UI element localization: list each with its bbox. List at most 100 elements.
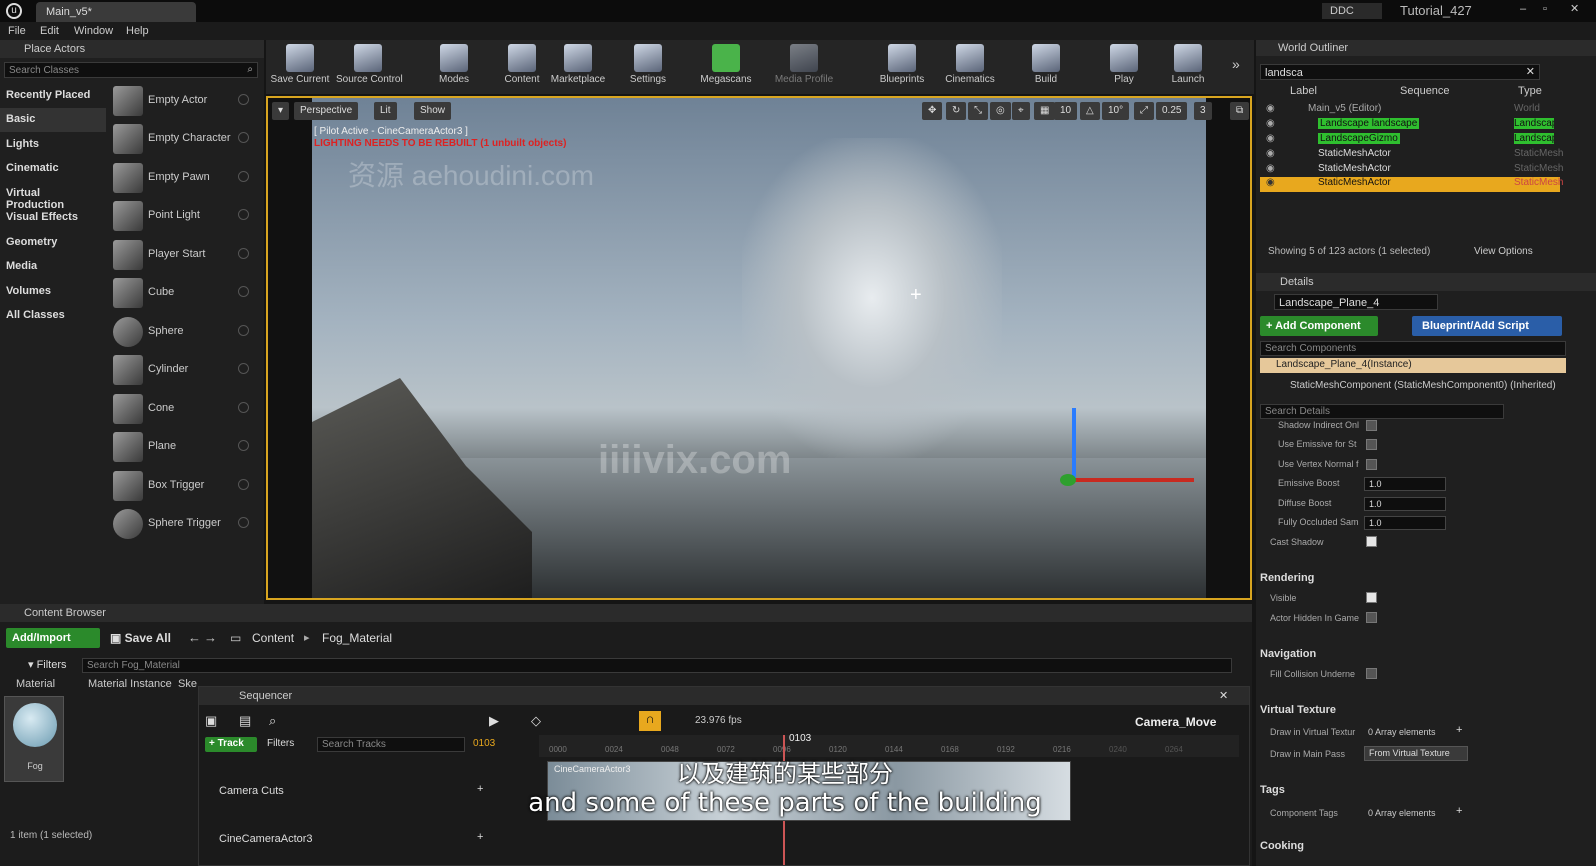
source-control-button[interactable]: Source Control <box>336 40 403 94</box>
add-tag-icon[interactable]: + <box>1456 805 1462 817</box>
menu-help[interactable]: Help <box>126 25 149 37</box>
info-icon[interactable] <box>238 171 249 182</box>
shadow-indirect-checkbox[interactable] <box>1366 420 1377 431</box>
section-tags[interactable]: Tags <box>1260 784 1285 796</box>
filter-tab-material-instance[interactable]: Material Instance <box>88 678 172 690</box>
save-icon[interactable]: ▤ <box>239 713 251 729</box>
actor-empty-character[interactable]: Empty Character <box>110 121 260 157</box>
current-frame-field[interactable]: 0103 <box>473 738 495 749</box>
outliner-search-input[interactable]: landsca ✕ <box>1260 64 1540 80</box>
component-search-input[interactable]: Search Components <box>1260 341 1566 356</box>
actor-cone[interactable]: Cone <box>110 391 260 427</box>
grid-snap-value[interactable]: 10 <box>1054 102 1078 120</box>
actor-box-trigger[interactable]: Box Trigger <box>110 468 260 504</box>
filter-tab-skeleton[interactable]: Ske <box>178 678 197 690</box>
back-arrow-icon[interactable]: ← <box>188 630 201 645</box>
info-icon[interactable] <box>238 132 249 143</box>
media-profile-button[interactable]: Media Profile <box>772 40 836 94</box>
info-icon[interactable] <box>238 248 249 259</box>
category-media[interactable]: Media <box>0 255 106 279</box>
megascans-button[interactable]: Megascans <box>694 40 758 94</box>
grid-snap-icon[interactable]: ▦ <box>1034 102 1056 120</box>
outliner-row[interactable]: ◉ Landscape landscape Landscape <box>1256 118 1556 133</box>
add-icon[interactable]: + <box>477 831 483 843</box>
info-icon[interactable] <box>238 402 249 413</box>
category-recently-placed[interactable]: Recently Placed <box>0 84 106 108</box>
scale-snap-value[interactable]: 0.25 <box>1156 102 1188 120</box>
modes-button[interactable]: Modes <box>422 40 486 94</box>
emissive-boost-field[interactable]: 1.0 <box>1364 477 1446 491</box>
actor-cube[interactable]: Cube <box>110 275 260 311</box>
info-icon[interactable] <box>238 479 249 490</box>
build-button[interactable]: Build <box>1014 40 1078 94</box>
details-search-input[interactable]: Search Details <box>1260 404 1504 419</box>
track-search-input[interactable]: Search Tracks <box>317 737 465 752</box>
category-visual-effects[interactable]: Visual Effects <box>0 206 106 230</box>
world-local-icon[interactable]: ◎ <box>990 102 1011 120</box>
category-geometry[interactable]: Geometry <box>0 231 106 255</box>
level-tab[interactable]: Main_v5* <box>36 2 196 22</box>
fully-occluded-field[interactable]: 1.0 <box>1364 516 1446 530</box>
translate-icon[interactable]: ✥ <box>922 102 943 120</box>
class-search-input[interactable]: Search Classes ⌕ <box>4 62 258 78</box>
clear-search-icon[interactable]: ✕ <box>1526 65 1535 78</box>
eye-icon[interactable]: ◉ <box>1266 177 1275 188</box>
scale-icon[interactable]: ⤡ <box>968 102 988 120</box>
maximize-icon[interactable]: ▫ <box>1543 3 1547 15</box>
add-icon[interactable]: + <box>477 783 483 795</box>
outliner-row-selected[interactable]: ◉ StaticMeshActor StaticMesh <box>1260 177 1563 192</box>
menu-edit[interactable]: Edit <box>40 25 59 37</box>
eye-icon[interactable]: ◉ <box>1266 133 1275 144</box>
cinematics-button[interactable]: Cinematics <box>938 40 1002 94</box>
outliner-row[interactable]: ◉ Main_v5 (Editor) World <box>1256 103 1556 118</box>
add-import-button[interactable]: Add/Import <box>6 628 100 648</box>
add-element-icon[interactable]: + <box>1456 724 1462 736</box>
perspective-button[interactable]: Perspective <box>294 102 359 120</box>
view-options-button[interactable]: View Options <box>1474 246 1533 257</box>
draw-main-pass-dropdown[interactable]: From Virtual Texture <box>1364 746 1468 761</box>
settings-button[interactable]: Settings <box>616 40 680 94</box>
launch-button[interactable]: Launch <box>1156 40 1220 94</box>
breadcrumb-fog-material[interactable]: Fog_Material <box>322 631 392 645</box>
actor-name-field[interactable]: Landscape_Plane_4 <box>1274 294 1438 310</box>
outliner-row[interactable]: ◉ StaticMeshActor StaticMesh <box>1256 148 1563 163</box>
info-icon[interactable] <box>238 325 249 336</box>
eye-icon[interactable]: ◉ <box>1266 103 1275 114</box>
track-camera-cuts[interactable]: Camera Cuts <box>219 785 284 797</box>
rotation-snap-icon[interactable]: △ <box>1080 102 1100 120</box>
rotation-snap-value[interactable]: 10° <box>1102 102 1130 120</box>
filter-tab-material[interactable]: Material <box>16 678 55 690</box>
close-icon[interactable]: ✕ <box>1570 2 1579 15</box>
info-icon[interactable] <box>238 363 249 374</box>
column-label[interactable]: Label <box>1290 85 1317 97</box>
breadcrumb-content[interactable]: Content <box>252 631 294 645</box>
maximize-viewport-icon[interactable]: ⧉ <box>1230 102 1250 120</box>
cast-shadow-checkbox[interactable] <box>1366 536 1377 547</box>
info-icon[interactable] <box>238 286 249 297</box>
eye-icon[interactable]: ◉ <box>1266 118 1275 129</box>
static-mesh-component-row[interactable]: StaticMeshComponent (StaticMeshComponent… <box>1290 380 1556 391</box>
ddc-button[interactable]: DDC <box>1322 3 1382 19</box>
level-viewport[interactable]: + ▾ Perspective Lit Show [ Pilot Active … <box>266 96 1252 600</box>
category-volumes[interactable]: Volumes <box>0 280 106 304</box>
section-rendering[interactable]: Rendering <box>1260 572 1314 584</box>
surface-snap-icon[interactable]: ⌖ <box>1012 102 1030 120</box>
marketplace-button[interactable]: Marketplace <box>546 40 610 94</box>
track-filters-button[interactable]: Filters <box>267 738 294 749</box>
add-component-button[interactable]: + Add Component <box>1260 316 1378 336</box>
outliner-row[interactable]: ◉ StaticMeshActor StaticMesh <box>1256 163 1563 178</box>
asset-tile[interactable]: Fog <box>4 696 64 782</box>
diffuse-boost-field[interactable]: 1.0 <box>1364 497 1446 511</box>
eye-icon[interactable]: ◉ <box>1266 163 1275 174</box>
snap-magnet-icon[interactable]: ∩ <box>639 711 661 731</box>
camera-icon[interactable]: ▣ <box>205 713 217 729</box>
section-virtual-texture[interactable]: Virtual Texture <box>1260 704 1336 716</box>
menu-window[interactable]: Window <box>74 25 113 37</box>
filters-button[interactable]: ▾ Filters <box>28 658 67 671</box>
actor-cylinder[interactable]: Cylinder <box>110 352 260 388</box>
category-virtual-production[interactable]: Virtual Production <box>0 182 106 211</box>
visible-checkbox[interactable] <box>1366 592 1377 603</box>
scale-snap-icon[interactable]: ⤢ <box>1134 102 1154 120</box>
actor-plane[interactable]: Plane <box>110 429 260 465</box>
actor-sphere-trigger[interactable]: Sphere Trigger <box>110 506 260 542</box>
